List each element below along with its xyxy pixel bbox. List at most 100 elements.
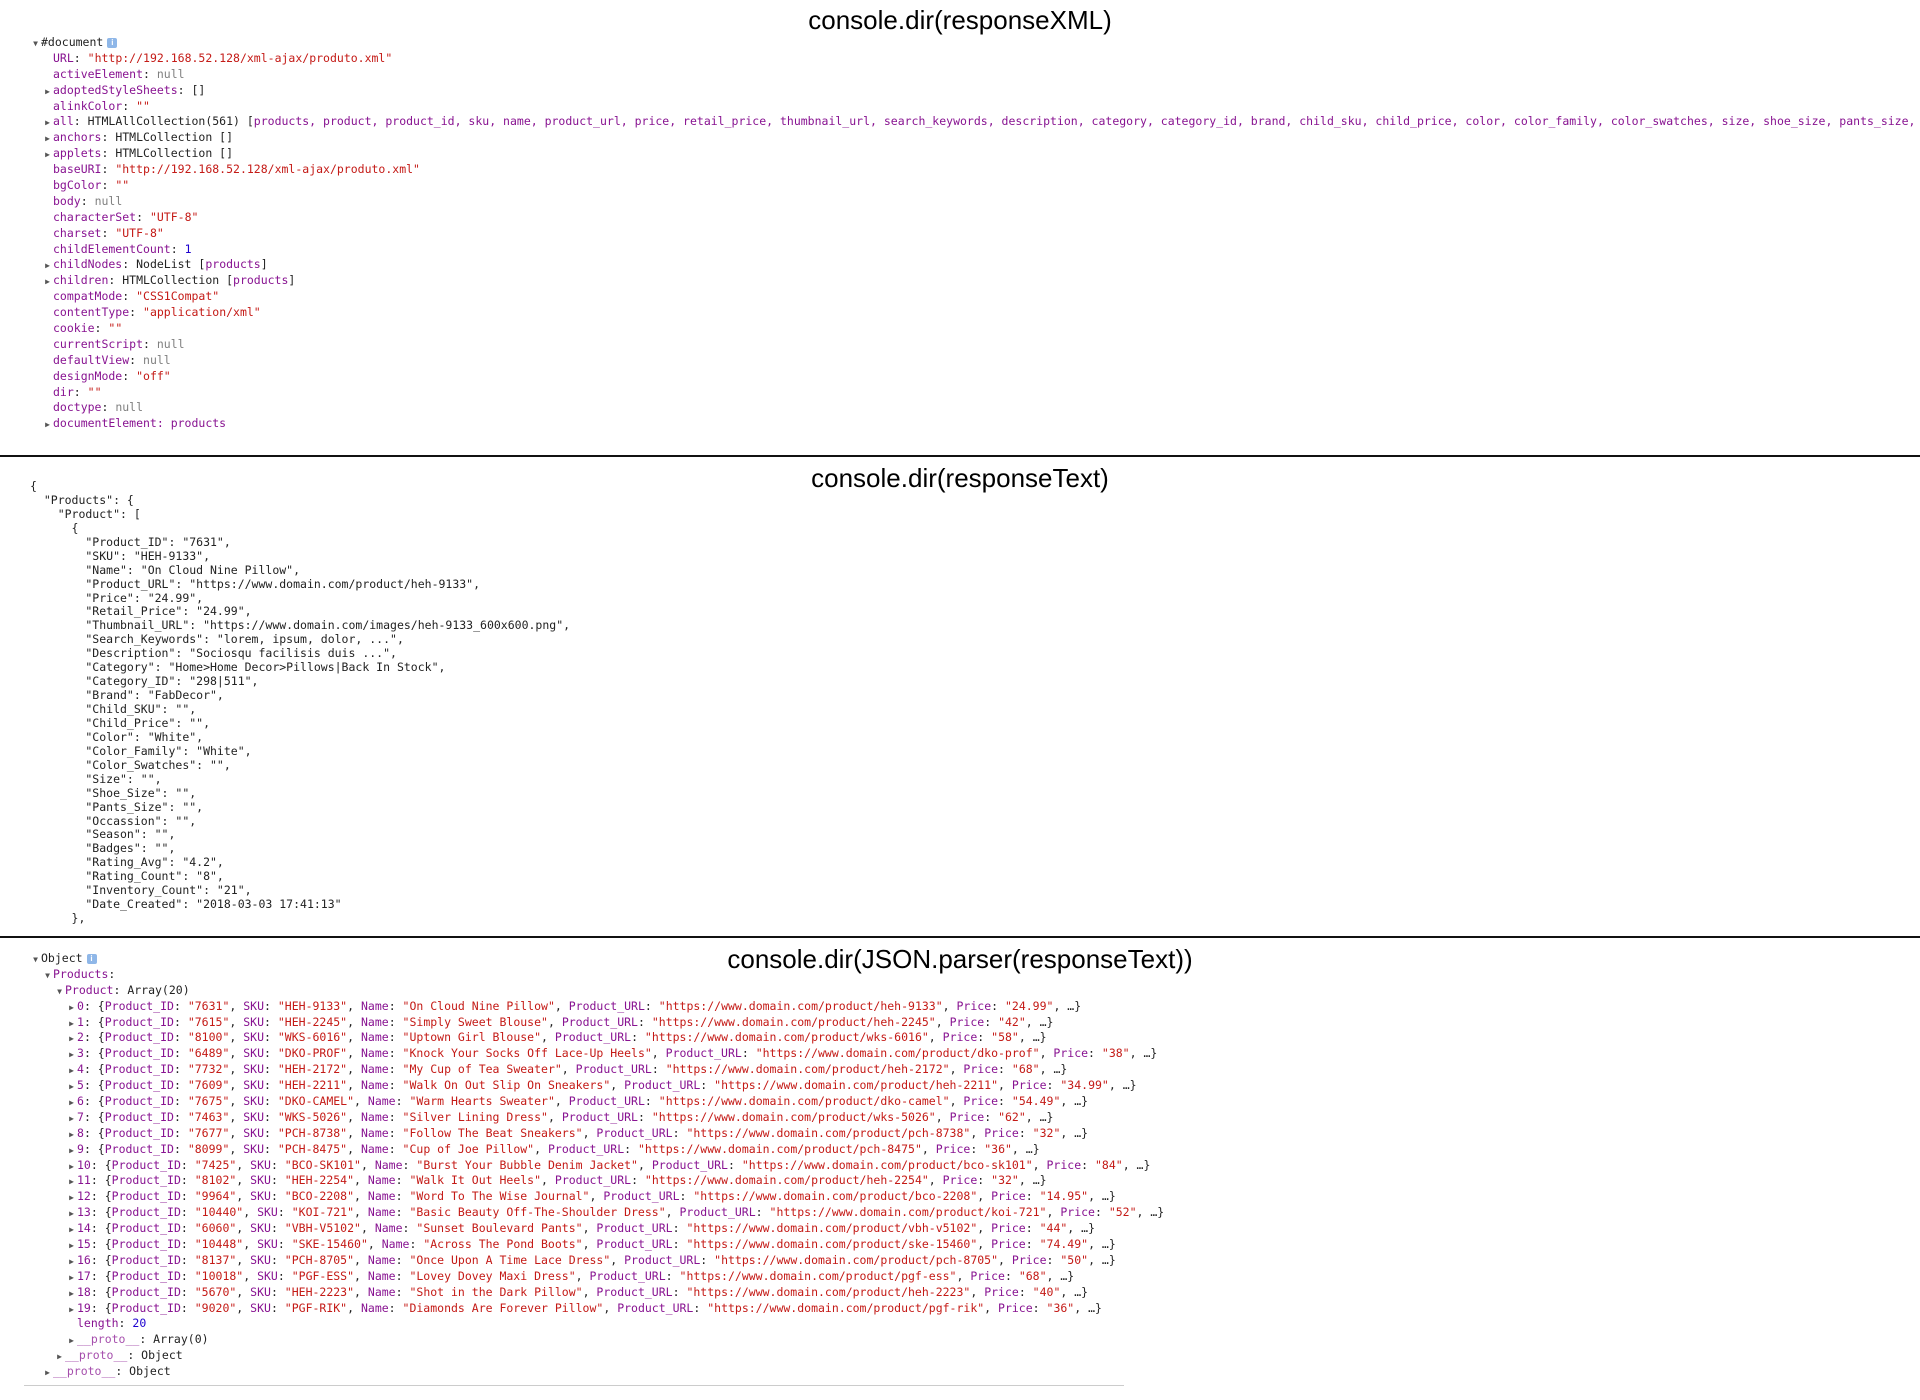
expanded-triangle-icon[interactable]: ▼ <box>30 952 41 968</box>
collapsed-triangle-icon[interactable]: ▶ <box>42 258 53 274</box>
tree-row: baseURI: "http://192.168.52.128/xml-ajax… <box>30 162 1920 178</box>
collapsed-triangle-icon[interactable]: ▶ <box>66 1174 77 1190</box>
collapsed-triangle-icon[interactable]: ▶ <box>42 274 53 290</box>
collapsed-triangle-icon[interactable]: ▶ <box>42 115 53 131</box>
collapsed-triangle-icon[interactable]: ▶ <box>54 1349 65 1365</box>
property-key: Product_ID <box>104 1125 174 1140</box>
tree-row[interactable]: ▶ 1: {Product_ID: "7615", SKU: "HEH-2245"… <box>30 1015 1920 1031</box>
tree-row[interactable]: ▼ Object i <box>30 951 1920 967</box>
tree-row[interactable]: ▶ 0: {Product_ID: "7631", SKU: "HEH-9133"… <box>30 999 1920 1015</box>
tree-row[interactable]: ▼ Product: Array(20) <box>30 983 1920 999</box>
tree-row[interactable]: ▶ 3: {Product_ID: "6489", SKU: "DKO-PROF"… <box>30 1046 1920 1062</box>
array-index: 10 <box>77 1157 91 1172</box>
collapsed-triangle-icon[interactable]: ▶ <box>66 1270 77 1286</box>
info-icon[interactable]: i <box>107 37 118 48</box>
collapsed-triangle-icon[interactable]: ▶ <box>66 1063 77 1079</box>
collapsed-triangle-icon[interactable]: ▶ <box>42 84 53 100</box>
punct: : <box>998 1094 1012 1109</box>
collapsed-triangle-icon[interactable]: ▶ <box>66 1095 77 1111</box>
property-key: SKU <box>243 1046 265 1061</box>
tree-row[interactable]: ▶ 5: {Product_ID: "7609", SKU: "HEH-2211"… <box>30 1078 1920 1094</box>
collapsed-triangle-icon[interactable]: ▶ <box>66 1111 77 1127</box>
url-value: "https://www.domain.com/product/pgf-rik" <box>707 1300 985 1315</box>
json-text-line: "Child_Price": "", <box>30 715 211 730</box>
console-bottom-rule <box>24 1385 1124 1386</box>
tree-row[interactable]: ▶ 17: {Product_ID: "10018", SKU: "PGF-ESS… <box>30 1269 1920 1285</box>
collapsed-triangle-icon[interactable]: ▶ <box>66 1127 77 1143</box>
tree-row[interactable]: ▶ __proto__: Array(0) <box>30 1332 1920 1348</box>
tree-row[interactable]: ▶ 12: {Product_ID: "9964", SKU: "BCO-2208… <box>30 1189 1920 1205</box>
tree-row[interactable]: ▶ adoptedStyleSheets: [] <box>30 83 1920 99</box>
punct: : <box>1046 1252 1061 1267</box>
sku-value: "PCH-8475" <box>277 1141 348 1156</box>
collapsed-triangle-icon[interactable]: ▶ <box>66 1143 77 1159</box>
tree-row[interactable]: ▶ 10: {Product_ID: "7425", SKU: "BCO-SK10… <box>30 1158 1920 1174</box>
collapsed-triangle-icon[interactable]: ▶ <box>66 1286 77 1302</box>
array-index: 9 <box>77 1141 84 1156</box>
name-value: "Once Upon A Time Lace Dress" <box>409 1252 611 1267</box>
sku-value: "HEH-2245" <box>277 1014 348 1029</box>
collapsed-triangle-icon[interactable]: ▶ <box>42 1365 53 1381</box>
tree-row[interactable]: ▶ anchors: HTMLCollection [] <box>30 130 1920 146</box>
tree-row[interactable]: ▶ applets: HTMLCollection [] <box>30 146 1920 162</box>
tree-row[interactable]: ▶ 8: {Product_ID: "7677", SKU: "PCH-8738"… <box>30 1126 1920 1142</box>
collapsed-triangle-icon[interactable]: ▶ <box>66 1302 77 1318</box>
tree-row[interactable]: ▶ 4: {Product_ID: "7732", SKU: "HEH-2172"… <box>30 1062 1920 1078</box>
punct: , <box>354 1205 368 1220</box>
property-value: "" <box>115 178 130 193</box>
price-value: "36" <box>1046 1300 1075 1315</box>
tree-row[interactable]: ▶ __proto__: Object <box>30 1364 1920 1380</box>
tree-row[interactable]: ▶ 16: {Product_ID: "8137", SKU: "PCH-8705… <box>30 1253 1920 1269</box>
property-value: : <box>129 305 144 320</box>
product-id-value: "7463" <box>187 1109 230 1124</box>
collapsed-triangle-icon[interactable]: ▶ <box>42 417 53 433</box>
property-key: compatMode <box>53 289 123 304</box>
tree-row[interactable]: ▶ children: HTMLCollection [products] <box>30 273 1920 289</box>
tree-row[interactable]: ▶ 11: {Product_ID: "8102", SKU: "HEH-2254… <box>30 1173 1920 1189</box>
tree-row[interactable]: ▶ 18: {Product_ID: "5670", SKU: "HEH-2223… <box>30 1285 1920 1301</box>
collapsed-triangle-icon[interactable]: ▶ <box>66 1333 77 1349</box>
collapsed-triangle-icon[interactable]: ▶ <box>66 1159 77 1175</box>
price-value: "52" <box>1108 1205 1137 1220</box>
tree-row[interactable]: ▶ __proto__: Object <box>30 1348 1920 1364</box>
collapsed-triangle-icon[interactable]: ▶ <box>66 1238 77 1254</box>
expanded-triangle-icon[interactable]: ▼ <box>42 968 53 984</box>
info-icon[interactable]: i <box>86 953 97 964</box>
tree-row[interactable]: ▼ #document i <box>30 35 1920 51</box>
tree-row[interactable]: ▶ 19: {Product_ID: "9020", SKU: "PGF-RIK"… <box>30 1301 1920 1317</box>
tree-row[interactable]: ▶ 14: {Product_ID: "6060", SKU: "VBH-V510… <box>30 1221 1920 1237</box>
collapsed-triangle-icon[interactable]: ▶ <box>42 131 53 147</box>
tree-row[interactable]: ▼ Products: <box>30 967 1920 983</box>
collapsed-triangle-icon[interactable]: ▶ <box>66 1000 77 1016</box>
property-key: doctype <box>53 400 102 415</box>
url-value: "https://www.domain.com/product/wks-5026… <box>651 1109 936 1124</box>
punct: : <box>402 1221 417 1236</box>
tree-row[interactable]: ▶ childNodes: NodeList [products] <box>30 257 1920 273</box>
punct: , <box>665 1205 680 1220</box>
collapsed-triangle-icon[interactable]: ▶ <box>66 1031 77 1047</box>
collapsed-triangle-icon[interactable]: ▶ <box>66 1016 77 1032</box>
collapsed-triangle-icon[interactable]: ▶ <box>66 1190 77 1206</box>
tree-row[interactable]: ▶ all: HTMLAllCollection(561) [products, … <box>30 114 1920 130</box>
collapsed-triangle-icon[interactable]: ▶ <box>66 1206 77 1222</box>
punct: : <box>727 1157 742 1172</box>
tree-row[interactable]: ▶ documentElement: products <box>30 416 1920 432</box>
collapsed-triangle-icon[interactable]: ▶ <box>66 1222 77 1238</box>
tree-row[interactable]: ▶ 13: {Product_ID: "10440", SKU: "KOI-721… <box>30 1205 1920 1221</box>
punct: , …} <box>1129 1046 1158 1061</box>
punct: : <box>388 1078 403 1093</box>
collapsed-triangle-icon[interactable]: ▶ <box>42 147 53 163</box>
punct: , <box>347 998 361 1013</box>
tree-row[interactable]: ▶ 6: {Product_ID: "7675", SKU: "DKO-CAMEL… <box>30 1094 1920 1110</box>
tree-row[interactable]: ▶ 9: {Product_ID: "8099", SKU: "PCH-8475"… <box>30 1142 1920 1158</box>
collapsed-triangle-icon[interactable]: ▶ <box>66 1254 77 1270</box>
tree-row[interactable]: ▶ 2: {Product_ID: "8100", SKU: "WKS-6016"… <box>30 1030 1920 1046</box>
json-text-line: "Rating_Avg": "4.2", <box>30 855 224 870</box>
url-value: "https://www.domain.com/product/pch-8705… <box>714 1252 999 1267</box>
tree-row[interactable]: ▶ 7: {Product_ID: "7463", SKU: "WKS-5026"… <box>30 1110 1920 1126</box>
tree-row[interactable]: ▶ 15: {Product_ID: "10448", SKU: "SKE-154… <box>30 1237 1920 1253</box>
expanded-triangle-icon[interactable]: ▼ <box>54 984 65 1000</box>
expanded-triangle-icon[interactable]: ▼ <box>30 36 41 52</box>
collapsed-triangle-icon[interactable]: ▶ <box>66 1047 77 1063</box>
collapsed-triangle-icon[interactable]: ▶ <box>66 1079 77 1095</box>
